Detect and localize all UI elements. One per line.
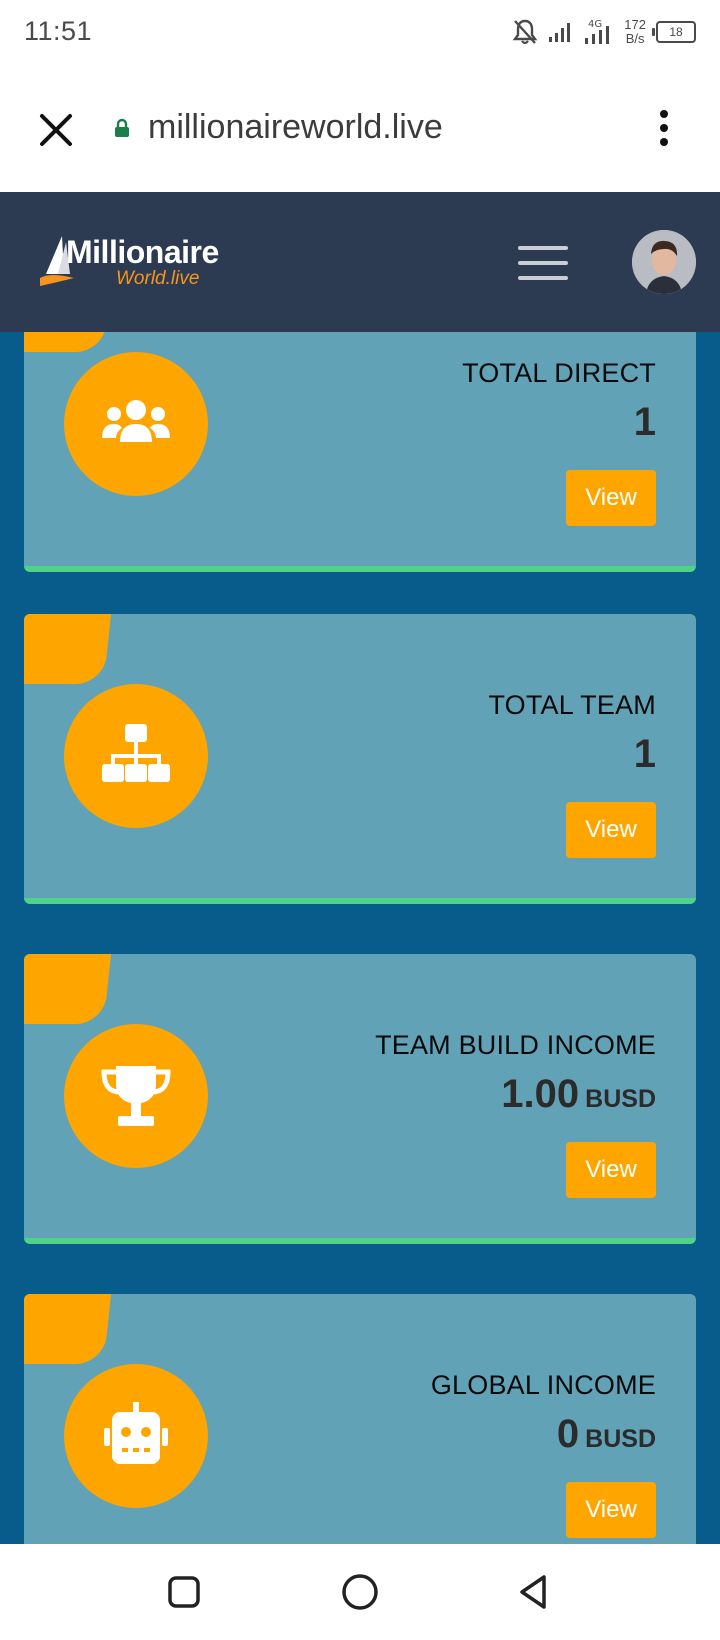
- close-icon[interactable]: [36, 110, 76, 150]
- card-value: 0 BUSD: [557, 1412, 656, 1457]
- sitemap-icon: [102, 724, 170, 782]
- more-options-icon[interactable]: [650, 108, 678, 148]
- network-speed-unit: B/s: [625, 31, 645, 46]
- signal-4g-icon: 4G: [585, 19, 610, 44]
- trophy-icon: [101, 1066, 171, 1126]
- robot-icon: [104, 1402, 168, 1464]
- card-title: TOTAL DIRECT: [462, 358, 656, 388]
- view-button[interactable]: View: [566, 802, 656, 858]
- network-speed: 172 B/s: [624, 18, 646, 46]
- card-total-direct: TOTAL DIRECT 1 View: [24, 332, 696, 572]
- status-bar: 11:51 4G 172 B/s 18: [0, 0, 720, 64]
- view-button[interactable]: View: [566, 1142, 656, 1198]
- menu-toggle-button[interactable]: [518, 246, 568, 280]
- user-avatar[interactable]: [632, 230, 696, 294]
- user-portrait: [632, 230, 696, 294]
- card-value-unit: BUSD: [585, 1425, 656, 1453]
- card-value-unit: BUSD: [585, 1085, 656, 1113]
- dashboard-content: TOTAL DIRECT 1 View TOTAL TEAM 1 View TE…: [0, 332, 720, 1544]
- site-logo[interactable]: Millionaire World.live: [40, 234, 240, 292]
- back-icon[interactable]: [514, 1572, 554, 1612]
- card-team-build-income: TEAM BUILD INCOME 1.00 BUSD View: [24, 954, 696, 1244]
- logo-main-text: Millionaire: [66, 234, 219, 270]
- menu-line: [518, 276, 568, 280]
- url-text[interactable]: millionaireworld.live: [148, 108, 443, 147]
- card-icon-circle: [64, 352, 208, 496]
- logo-sub-text: World.live: [116, 268, 200, 289]
- card-icon-circle: [64, 1024, 208, 1168]
- browser-bar: millionaireworld.live: [0, 64, 720, 192]
- card-value: 1.00 BUSD: [501, 1072, 656, 1117]
- card-value-number: 0: [556, 1412, 580, 1456]
- card-total-team: TOTAL TEAM 1 View: [24, 614, 696, 904]
- menu-line: [518, 246, 568, 250]
- home-icon[interactable]: [340, 1572, 380, 1612]
- battery-icon: 18: [652, 21, 696, 43]
- card-value: 1: [634, 400, 656, 445]
- card-icon-circle: [64, 1364, 208, 1508]
- card-title: TEAM BUILD INCOME: [375, 1030, 656, 1060]
- notifications-off-icon: [512, 19, 538, 45]
- card-value: 1: [634, 732, 656, 777]
- card-icon-circle: [64, 684, 208, 828]
- svg-text:4G: 4G: [588, 19, 602, 30]
- lock-icon: [115, 118, 129, 137]
- card-corner-tab: [24, 614, 113, 684]
- card-value-number: 1.00: [501, 1072, 580, 1116]
- signal-icon: [549, 23, 571, 42]
- status-time: 11:51: [24, 16, 93, 46]
- status-icons: 4G 172 B/s 18: [512, 14, 696, 50]
- card-value-number: 1: [633, 400, 656, 444]
- network-speed-value: 172: [624, 17, 646, 32]
- card-global-income: GLOBAL INCOME 0 BUSD View: [24, 1294, 696, 1544]
- view-button[interactable]: View: [566, 470, 656, 526]
- card-title: TOTAL TEAM: [488, 690, 656, 720]
- view-button[interactable]: View: [566, 1482, 656, 1538]
- card-value-number: 1: [633, 732, 656, 776]
- system-nav-bar: [0, 1544, 720, 1640]
- recents-icon[interactable]: [164, 1572, 204, 1612]
- card-corner-tab: [24, 954, 113, 1024]
- card-title: GLOBAL INCOME: [430, 1370, 656, 1400]
- users-icon: [102, 400, 170, 442]
- card-corner-tab: [24, 1294, 113, 1364]
- site-header: Millionaire World.live: [0, 192, 720, 332]
- card-corner-tab: [24, 332, 113, 352]
- menu-line: [518, 261, 568, 265]
